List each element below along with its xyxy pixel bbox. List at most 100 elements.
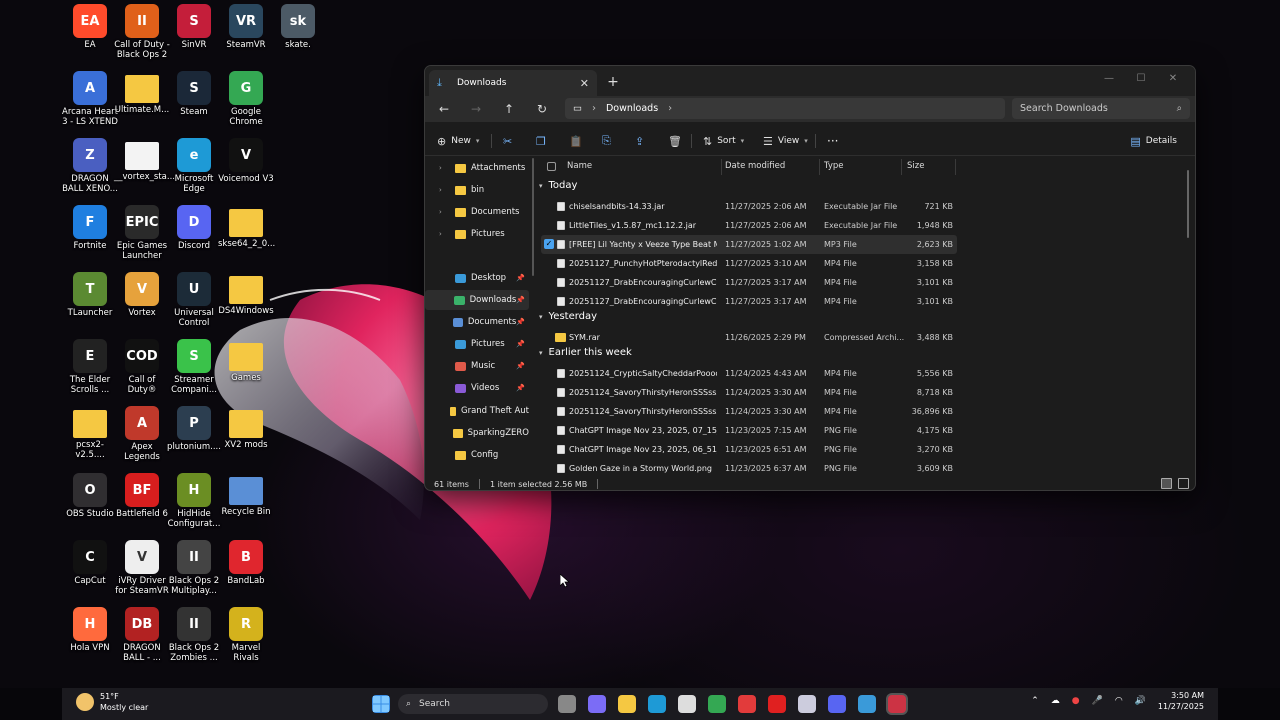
- details-view-icon[interactable]: [1161, 478, 1172, 489]
- edge-taskbar-icon[interactable]: [648, 695, 666, 713]
- desktop-icon[interactable]: __vortex_sta...: [114, 138, 175, 182]
- file-list-scrollbar[interactable]: [1187, 170, 1189, 238]
- close-window-button[interactable]: ✕: [1157, 68, 1189, 90]
- desktop-icon[interactable]: EPIC Epic Games Launcher: [114, 205, 170, 261]
- chevron-right-icon[interactable]: ›: [439, 208, 449, 216]
- file-row[interactable]: 20251127_DrabEncouragingCurlewCh... 11/27…: [541, 273, 957, 292]
- file-row[interactable]: 20251124_SavoryThirstyHeronSSSsss-b... 11…: [541, 402, 957, 421]
- desktop-icon[interactable]: Pplutonium....: [166, 406, 222, 452]
- desktop-icon[interactable]: C CapCut: [62, 540, 118, 586]
- sort-button[interactable]: ⇅ Sort ▾: [703, 132, 744, 150]
- close-tab-icon[interactable]: ✕: [580, 77, 589, 90]
- paste-button[interactable]: 📋: [569, 132, 583, 150]
- copy-button[interactable]: ❐: [536, 132, 546, 150]
- microphone-icon[interactable]: 🎤: [1092, 696, 1103, 706]
- desktop-icon[interactable]: A Arcana Heart 3 - LS XTEND: [62, 71, 118, 127]
- desktop-icon[interactable]: Z DRAGON BALL XENO...: [62, 138, 118, 194]
- share-button[interactable]: ⇪: [635, 132, 644, 150]
- desktop-icon[interactable]: pcsx2-v2.5....: [62, 406, 118, 460]
- app-taskbar-icon[interactable]: [798, 695, 816, 713]
- desktop-icon[interactable]: Recycle Bin: [218, 473, 274, 517]
- desktop-icon[interactable]: sk skate.: [270, 4, 326, 50]
- desktop-icon[interactable]: E The Elder Scrolls ...: [62, 339, 118, 395]
- file-row[interactable]: 20251124_SavoryThirstyHeronSSSsss-b... 11…: [541, 383, 957, 402]
- onedrive-icon[interactable]: ☁: [1051, 696, 1060, 706]
- minimize-button[interactable]: —: [1093, 68, 1125, 90]
- app2-taskbar-icon[interactable]: [858, 695, 876, 713]
- desktop-icon[interactable]: F Fortnite: [62, 205, 118, 251]
- group-header[interactable]: ▾ Today: [539, 180, 577, 191]
- column-name[interactable]: Name: [567, 161, 592, 171]
- breadcrumb-item-downloads[interactable]: Downloads: [606, 103, 658, 114]
- file-row[interactable]: ✓ [FREE] Lil Yachty x Veeze Type Beat Mo.…: [541, 235, 957, 254]
- group-header[interactable]: ▾ Yesterday: [539, 311, 597, 322]
- desktop-icon[interactable]: Games: [218, 339, 274, 383]
- group-header[interactable]: ▾ Earlier this week: [539, 347, 632, 358]
- record-icon[interactable]: ●: [1072, 696, 1080, 706]
- up-arrow-icon[interactable]: ↑: [498, 100, 520, 118]
- file-row[interactable]: ChatGPT Image Nov 23, 2025, 06_51_2... 11…: [541, 440, 957, 459]
- desktop-icon[interactable]: II Call of Duty - Black Ops 2: [114, 4, 170, 60]
- file-row[interactable]: 20251127_DrabEncouragingCurlewCh... 11/27…: [541, 292, 957, 311]
- refresh-icon[interactable]: ↻: [531, 100, 553, 118]
- desktop-icon[interactable]: ViVRy Driver for SteamVR: [114, 540, 170, 596]
- desktop-icon[interactable]: COD Call of Duty®: [114, 339, 170, 395]
- file-row[interactable]: 20251124_CrypticSaltyCheddarPoooo... 11/2…: [541, 364, 957, 383]
- more-options-button[interactable]: ···: [827, 132, 838, 150]
- desktop-icon[interactable]: G Google Chrome: [218, 71, 274, 127]
- desktop-icon[interactable]: R Marvel Rivals: [218, 607, 274, 663]
- delete-button[interactable]: 🗑: [668, 132, 682, 150]
- new-button[interactable]: ⊕ New ▾: [437, 132, 479, 150]
- tiles-view-icon[interactable]: [1178, 478, 1189, 489]
- column-divider[interactable]: [955, 159, 956, 175]
- back-arrow-icon[interactable]: ←: [433, 100, 455, 118]
- file-row[interactable]: Golden Gaze in a Stormy World.png 11/23/2…: [541, 459, 957, 476]
- desktop-icon[interactable]: DS4Windows: [218, 272, 274, 316]
- chevron-right-icon[interactable]: ›: [439, 164, 449, 172]
- column-size[interactable]: Size: [907, 161, 924, 171]
- tab-downloads[interactable]: ⤓ Downloads ✕: [429, 70, 597, 96]
- copilot-taskbar-icon[interactable]: [588, 695, 606, 713]
- nav-item[interactable]: Desktop 📌: [425, 268, 529, 288]
- desktop-icon[interactable]: D Discord: [166, 205, 222, 251]
- nav-item[interactable]: Config: [425, 445, 529, 465]
- nav-item[interactable]: › Pictures: [425, 224, 529, 244]
- chevron-right-icon[interactable]: ›: [439, 186, 449, 194]
- column-divider[interactable]: [721, 159, 722, 175]
- desktop-icon[interactable]: A Apex Legends: [114, 406, 170, 462]
- column-date-modified[interactable]: Date modified: [725, 161, 785, 171]
- forward-arrow-icon[interactable]: →: [465, 100, 487, 118]
- chrome-like-taskbar-icon[interactable]: [708, 695, 726, 713]
- discord-taskbar-icon[interactable]: [828, 695, 846, 713]
- desktop-icon[interactable]: DB DRAGON BALL - ...: [114, 607, 170, 663]
- desktop-icon[interactable]: V Vortex: [114, 272, 170, 318]
- taskbar-search[interactable]: ⌕ Search: [398, 694, 548, 714]
- clock[interactable]: 3:50 AM 11/27/2025: [1158, 690, 1204, 712]
- new-tab-button[interactable]: +: [603, 72, 623, 92]
- nav-item[interactable]: Pictures 📌: [425, 334, 529, 354]
- nav-scrollbar[interactable]: [532, 158, 534, 276]
- nav-item[interactable]: › Documents: [425, 202, 529, 222]
- store-taskbar-icon[interactable]: [678, 695, 696, 713]
- desktop-icon[interactable]: H HidHide Configurat...: [166, 473, 222, 529]
- desktop-icon[interactable]: Ultimate.M...: [114, 71, 170, 115]
- desktop-icon[interactable]: O OBS Studio: [62, 473, 118, 519]
- nav-item[interactable]: SparkingZERO: [425, 423, 529, 443]
- task-view-taskbar-icon[interactable]: [558, 695, 576, 713]
- desktop-icon[interactable]: H Hola VPN: [62, 607, 118, 653]
- desktop-icon[interactable]: B BandLab: [218, 540, 274, 586]
- chevron-up-icon[interactable]: ⌃: [1031, 696, 1039, 706]
- column-divider[interactable]: [819, 159, 820, 175]
- nav-item[interactable]: Downloads 📌: [425, 290, 529, 310]
- view-button[interactable]: ☰ View ▾: [763, 132, 808, 150]
- file-row[interactable]: LittleTiles_v1.5.87_mc1.12.2.jar 11/27/20…: [541, 216, 957, 235]
- desktop-icon[interactable]: EA EA: [62, 4, 118, 50]
- start-button[interactable]: [372, 695, 390, 713]
- file-row[interactable]: ChatGPT Image Nov 23, 2025, 07_15_4... 11…: [541, 421, 957, 440]
- desktop-icon[interactable]: S SinVR: [166, 4, 222, 50]
- search-input[interactable]: Search Downloads ⌕: [1012, 98, 1190, 119]
- volume-icon[interactable]: 🔊: [1135, 696, 1146, 706]
- cut-button[interactable]: ✂: [503, 132, 512, 150]
- desktop-icon[interactable]: S Streamer Compani...: [166, 339, 222, 395]
- nav-item[interactable]: › Attachments: [425, 158, 529, 178]
